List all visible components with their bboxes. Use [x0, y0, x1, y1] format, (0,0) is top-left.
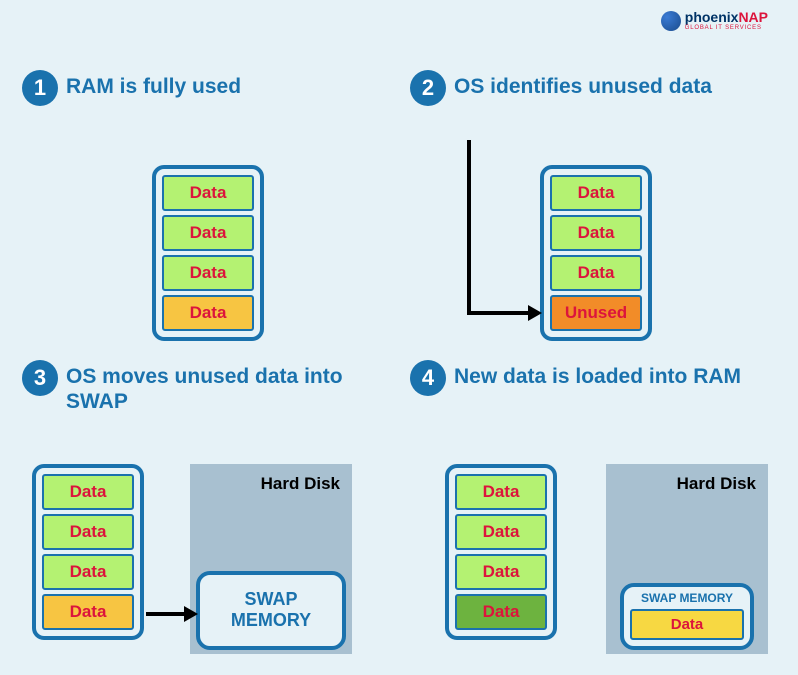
ram-cell: Data	[162, 175, 254, 211]
arrow-move-head-icon	[184, 606, 198, 622]
hard-disk-panel-3: Hard Disk SWAP MEMORY	[190, 464, 352, 654]
ram-panel-2: Data Data Data Unused	[540, 165, 652, 341]
swap-memory-box: SWAP MEMORY	[196, 571, 346, 650]
ram-cell-unused: Unused	[550, 295, 642, 331]
step-2-number: 2	[410, 70, 446, 106]
arrow-move-line	[146, 612, 186, 616]
step-2: 2 OS identifies unused data	[410, 70, 790, 106]
ram-panel-1: Data Data Data Data	[152, 165, 264, 341]
brand-accent: NAP	[738, 9, 768, 25]
swap-line1: SWAP	[244, 589, 297, 609]
ram-cell: Data	[455, 514, 547, 550]
step-3-number: 3	[22, 360, 58, 396]
ram-cell: Data	[455, 474, 547, 510]
step-4-title: New data is loaded into RAM	[454, 364, 741, 389]
ram-cell: Data	[455, 554, 547, 590]
ram-cell: Data	[42, 514, 134, 550]
ram-cell: Data	[42, 594, 134, 630]
ram-cell: Data	[162, 295, 254, 331]
ram-cell: Data	[550, 175, 642, 211]
step-2-title: OS identifies unused data	[454, 74, 712, 99]
ram-cell: Data	[550, 255, 642, 291]
arrow-identify-head-icon	[528, 305, 542, 321]
ram-cell: Data	[550, 215, 642, 251]
swap-data-cell: Data	[630, 609, 744, 640]
step-3: 3 OS moves unused data into SWAP	[22, 360, 402, 414]
hard-disk-panel-4: Hard Disk SWAP MEMORY Data	[606, 464, 768, 654]
step-4: 4 New data is loaded into RAM	[410, 360, 790, 396]
step-1-title: RAM is fully used	[66, 74, 241, 99]
ram-panel-3: Data Data Data Data	[32, 464, 144, 640]
swap-memory-label: SWAP MEMORY	[630, 591, 744, 605]
hard-disk-label: Hard Disk	[614, 472, 760, 494]
brand-text: phoenixNAP GLOBAL IT SERVICES	[685, 10, 768, 31]
swap-memory-box-small: SWAP MEMORY Data	[620, 583, 754, 650]
hard-disk-label: Hard Disk	[198, 472, 344, 494]
globe-icon	[661, 11, 681, 31]
brand-logo: phoenixNAP GLOBAL IT SERVICES	[661, 10, 768, 31]
swap-line2: MEMORY	[231, 610, 311, 630]
ram-panel-4: Data Data Data Data	[445, 464, 557, 640]
ram-cell: Data	[42, 474, 134, 510]
step-1: 1 RAM is fully used	[22, 70, 402, 106]
ram-cell-new: Data	[455, 594, 547, 630]
ram-cell: Data	[42, 554, 134, 590]
step-3-title: OS moves unused data into SWAP	[66, 364, 376, 414]
arrow-identify-horizontal	[467, 311, 529, 315]
brand-name: phoenix	[685, 9, 739, 25]
arrow-identify-vertical	[467, 140, 471, 315]
brand-tagline: GLOBAL IT SERVICES	[685, 25, 768, 31]
ram-cell: Data	[162, 215, 254, 251]
ram-cell: Data	[162, 255, 254, 291]
step-4-number: 4	[410, 360, 446, 396]
step-1-number: 1	[22, 70, 58, 106]
